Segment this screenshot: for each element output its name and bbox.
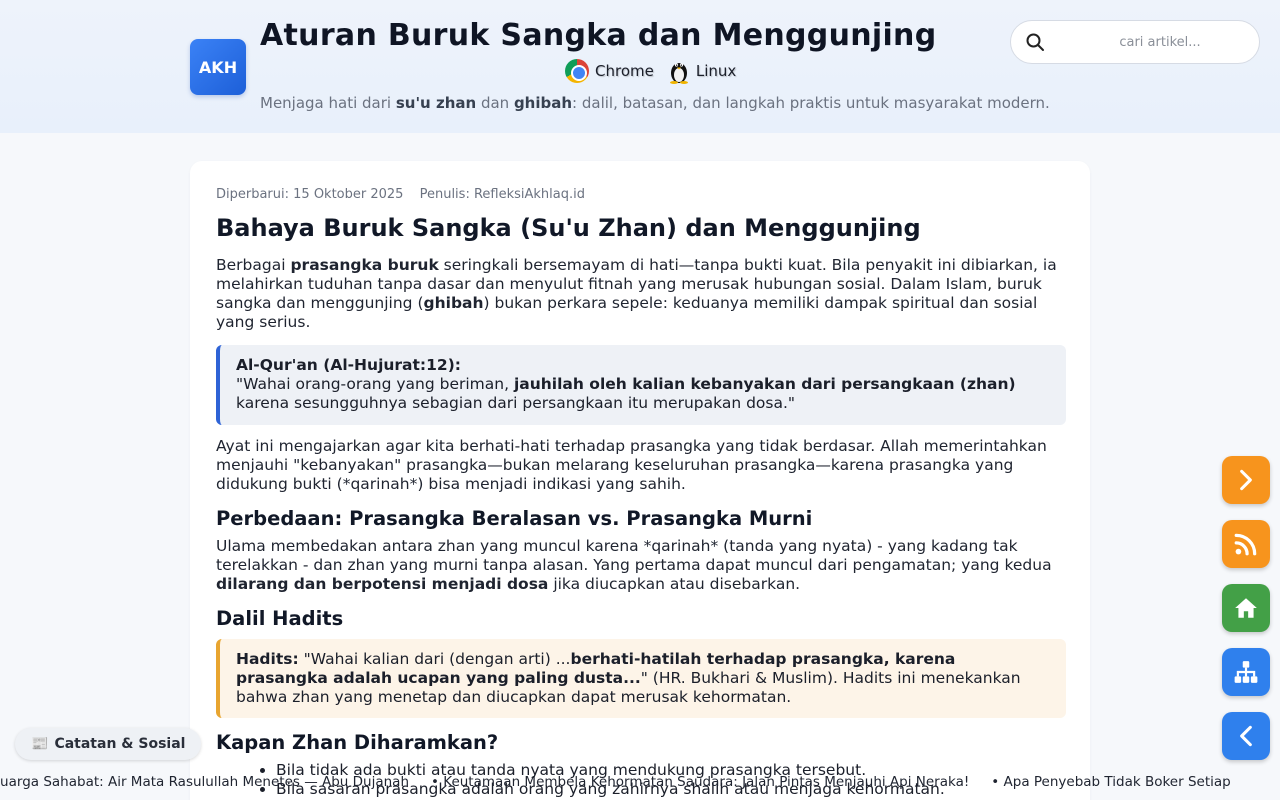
tagline-term: ghibah — [513, 94, 573, 112]
sitemap-button[interactable] — [1222, 648, 1270, 696]
article-meta: Diperbarui: 15 Oktober 2025 Penulis: Ref… — [216, 187, 1066, 202]
previous-article-button[interactable] — [1222, 712, 1270, 760]
browser-info: Chrome — [565, 59, 654, 83]
tagline-text: Menjaga hati dari — [260, 94, 396, 112]
tagline-text: : dalil, batasan, dan langkah praktis un… — [572, 94, 1050, 112]
intro-emphasis: prasangka buruk — [290, 256, 439, 274]
ticker-link[interactable]: Keutamaan Membela Kehormatan Saudara: Ja… — [431, 774, 969, 790]
difference-text: jika diucapkan atau disebarkan. — [548, 575, 801, 593]
ticker-link[interactable]: Apa Penyebab Tidak Boker Setiap — [991, 774, 1231, 790]
difference-text: Ulama membedakan antara zhan yang muncul… — [216, 537, 1052, 574]
os-info: Linux — [668, 58, 736, 84]
section-heading-hadith: Dalil Hadits — [216, 607, 344, 630]
hadith-text: "Wahai kalian dari (dengan arti) ... — [298, 650, 571, 668]
chrome-icon — [565, 59, 589, 83]
chevron-right-icon — [1240, 469, 1252, 491]
sitemap-icon — [1234, 661, 1258, 683]
updated-date: Diperbarui: 15 Oktober 2025 — [216, 187, 404, 202]
author: Penulis: RefleksiAkhlaq.id — [419, 187, 585, 202]
intro-emphasis: ghibah — [423, 294, 484, 312]
hadith-label: Hadits: — [236, 650, 299, 668]
site-logo[interactable]: AKH — [190, 39, 246, 95]
quran-quote: Al-Qur'an (Al-Hujurat:12): "Wahai orang-… — [216, 345, 1066, 425]
chevron-left-icon — [1240, 725, 1252, 747]
article-title: Bahaya Buruk Sangka (Su'u Zhan) dan Meng… — [216, 214, 921, 242]
section-heading-difference: Perbedaan: Prasangka Beralasan vs. Prasa… — [216, 507, 813, 530]
linux-tux-icon — [669, 63, 688, 84]
quote-source: Al-Qur'an (Al-Hujurat:12): — [236, 356, 461, 374]
search-box[interactable] — [1010, 20, 1260, 64]
quote-text: "Wahai orang-orang yang beriman, — [236, 375, 514, 393]
rss-icon — [1234, 533, 1257, 556]
tagline-text: dan — [476, 94, 514, 112]
section-heading-when: Kapan Zhan Diharamkan? — [216, 731, 499, 754]
newspaper-icon: 📰 — [31, 736, 49, 752]
os-label: Linux — [695, 62, 737, 80]
hadith-quote: Hadits: "Wahai kalian dari (dengan arti)… — [216, 639, 1066, 718]
category-label: Catatan & Sosial — [54, 736, 186, 752]
site-tagline: Menjaga hati dari su'u zhan dan ghibah: … — [260, 94, 1050, 112]
search-input[interactable] — [1075, 34, 1245, 50]
rss-feed-button[interactable] — [1222, 520, 1270, 568]
tagline-term: su'u zhan — [395, 94, 477, 112]
article-body: Diperbarui: 15 Oktober 2025 Penulis: Ref… — [216, 187, 1066, 799]
difference-paragraph: Ulama membedakan antara zhan yang muncul… — [216, 537, 1066, 594]
quote-emphasis: jauhilah oleh kalian kebanyakan dari per… — [513, 375, 1016, 393]
next-article-button[interactable] — [1222, 456, 1270, 504]
difference-emphasis: dilarang dan berpotensi menjadi dosa — [216, 575, 549, 593]
ticker-link[interactable]: eluarga Sahabat: Air Mata Rasulullah Men… — [0, 774, 409, 790]
news-ticker: eluarga Sahabat: Air Mata Rasulullah Men… — [0, 772, 1280, 794]
site-header: AKH Aturan Buruk Sangka dan Menggunjing … — [0, 0, 1280, 133]
site-title: Aturan Buruk Sangka dan Menggunjing — [260, 18, 937, 53]
intro-text: Berbagai — [216, 256, 291, 274]
article-card: Diperbarui: 15 Oktober 2025 Penulis: Ref… — [190, 161, 1090, 800]
browser-label: Chrome — [595, 62, 654, 80]
quote-text: karena sesungguhnya sebagian dari persan… — [236, 394, 796, 412]
search-icon[interactable] — [1025, 32, 1045, 52]
home-icon — [1235, 598, 1257, 618]
verse-explanation: Ayat ini mengajarkan agar kita berhati-h… — [216, 437, 1047, 493]
environment-info: Chrome Linux — [565, 58, 736, 84]
intro-paragraph: Berbagai prasangka buruk seringkali bers… — [216, 256, 1066, 332]
home-button[interactable] — [1222, 584, 1270, 632]
category-pill[interactable]: 📰 Catatan & Sosial — [15, 728, 202, 760]
